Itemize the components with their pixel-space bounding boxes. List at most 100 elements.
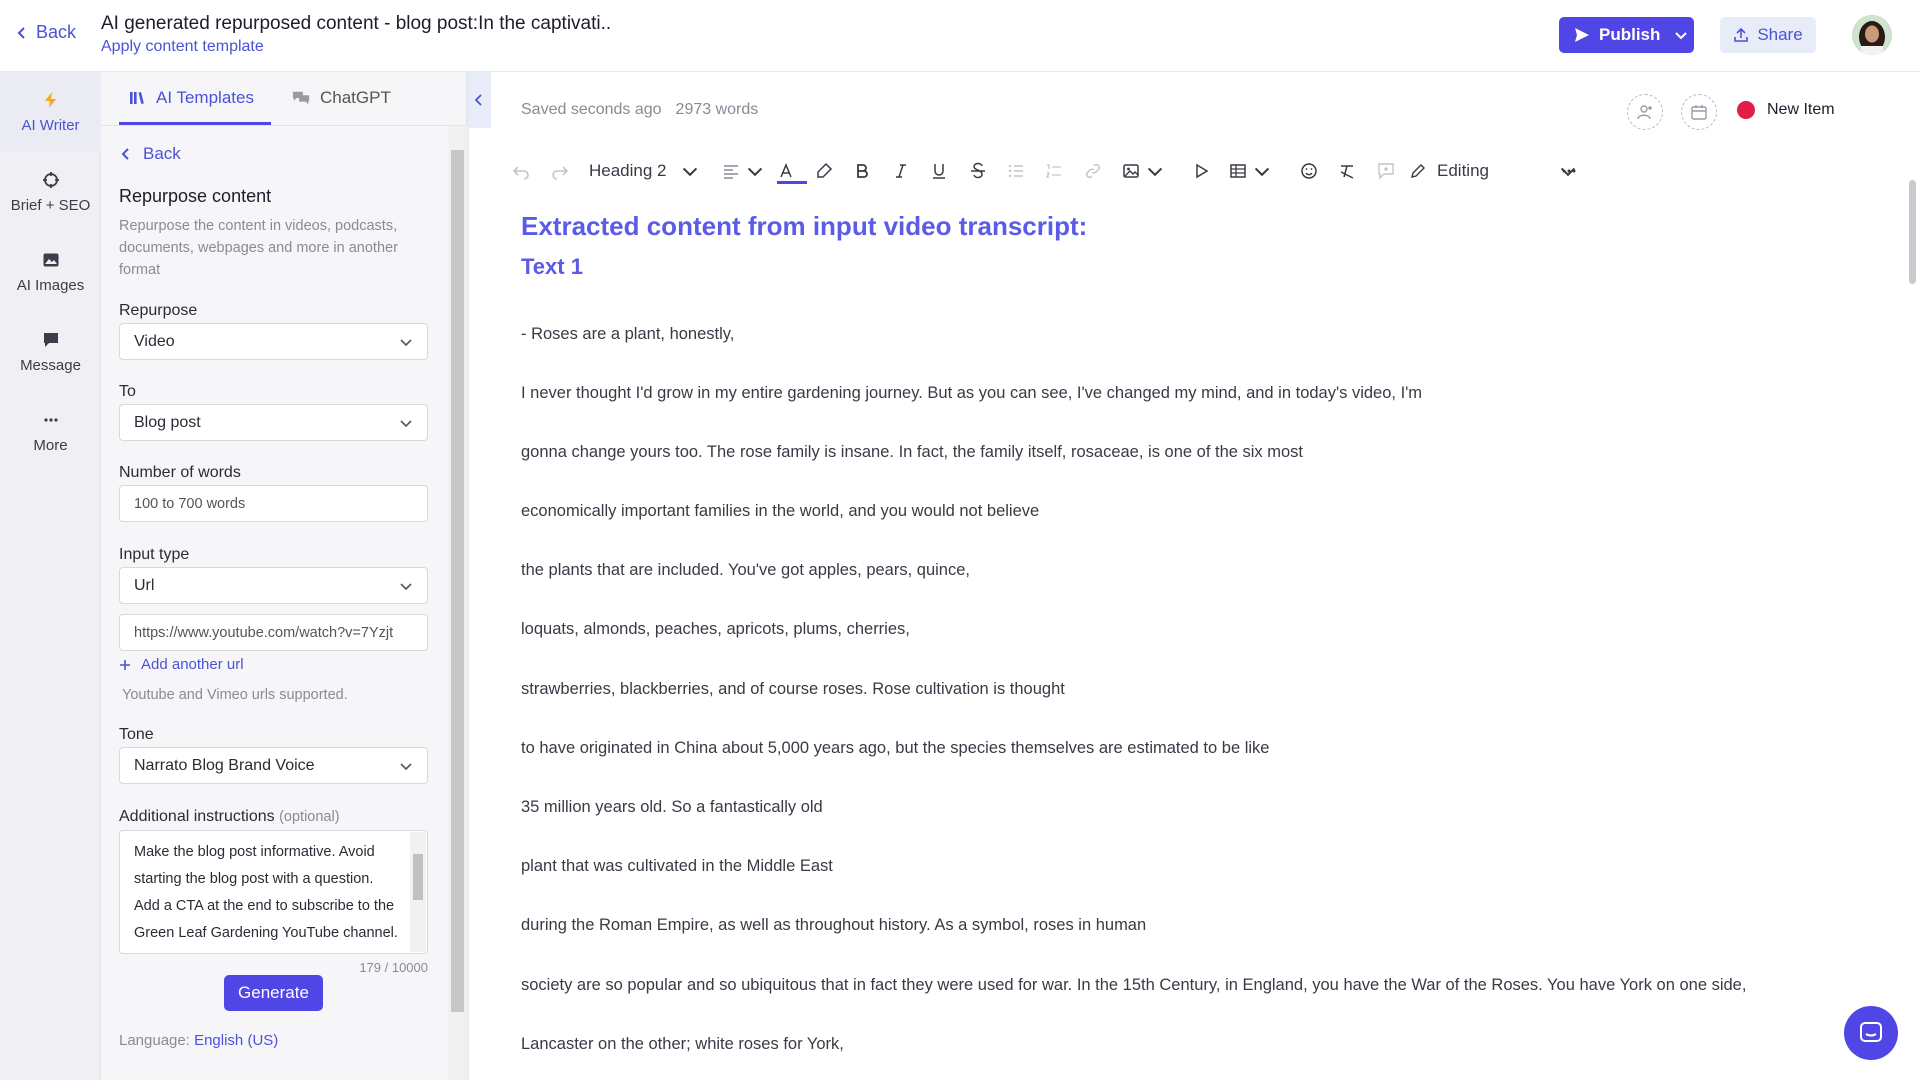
textarea-scroll-thumb[interactable] (413, 854, 423, 900)
publish-button[interactable]: Publish (1559, 17, 1694, 53)
panel-scroll-thumb[interactable] (451, 150, 464, 1012)
text-color-icon (780, 163, 792, 178)
align-button[interactable] (722, 155, 764, 187)
chevron-down-icon (400, 338, 412, 346)
support-chat-button[interactable] (1844, 1006, 1898, 1060)
rail-item-brief-seo[interactable]: Brief + SEO (0, 152, 101, 232)
chat-bubble-icon (43, 332, 58, 347)
chevron-down-icon (400, 762, 412, 770)
heading-select-value: Heading 2 (589, 161, 667, 180)
chevron-down-icon (1147, 167, 1163, 177)
chat-icon (292, 91, 310, 105)
image-icon (1123, 164, 1139, 178)
panel-tabs: AI Templates ChatGPT (101, 72, 467, 126)
instructions-label-text: Additional instructions (119, 808, 275, 825)
additional-instructions-textarea[interactable]: Make the blog post informative. Avoid st… (120, 831, 410, 953)
word-count: 2973 words (675, 101, 759, 118)
font-color-indicator (777, 181, 807, 184)
workflow-status[interactable]: New Item (1737, 101, 1835, 119)
editor-scrollbar[interactable] (1904, 72, 1920, 1080)
textarea-scrollbar[interactable] (410, 832, 426, 952)
apply-template-link[interactable]: Apply content template (101, 38, 264, 56)
strikethrough-button[interactable] (969, 155, 987, 187)
rail-item-message[interactable]: Message (0, 312, 101, 392)
italic-icon (896, 164, 906, 178)
status-label: New Item (1767, 101, 1835, 118)
chat-support-icon (1860, 1022, 1882, 1042)
bolt-icon (44, 91, 56, 108)
paragraph-line: loquats, almonds, peaches, apricots, plu… (521, 620, 910, 638)
strikethrough-icon (971, 162, 985, 179)
repurpose-select[interactable]: Video (119, 323, 428, 360)
table-insert-button[interactable] (1229, 155, 1271, 187)
collapse-panel-button[interactable] (467, 72, 491, 128)
input-type-label: Input type (119, 546, 190, 563)
rail-item-label: More (33, 436, 68, 454)
pencil-icon (1411, 164, 1425, 178)
chevron-left-icon (121, 148, 129, 160)
rail-item-more[interactable]: More (0, 392, 101, 472)
bullet-list-icon (1008, 164, 1023, 178)
content-subheading: Text 1 (521, 254, 583, 279)
to-select[interactable]: Blog post (119, 404, 428, 441)
set-due-date-button[interactable] (1681, 94, 1717, 130)
media-insert-button[interactable] (1192, 155, 1210, 187)
numbered-list-button[interactable] (1045, 155, 1063, 187)
language-prefix: Language: (119, 1032, 190, 1049)
editing-mode-label: Editing (1437, 161, 1489, 180)
play-icon (1196, 163, 1209, 179)
add-another-url-button[interactable]: Add another url (119, 656, 244, 673)
left-rail: AI Writer Brief + SEO AI Images Message … (0, 72, 101, 1080)
editor-scroll-thumb[interactable] (1909, 180, 1916, 284)
active-tab-indicator (119, 122, 271, 125)
number-of-words-input[interactable] (119, 485, 428, 522)
share-label: Share (1757, 25, 1803, 44)
share-button[interactable]: Share (1720, 17, 1816, 53)
input-type-select[interactable]: Url (119, 567, 428, 604)
more-options-button[interactable] (1560, 155, 1578, 187)
table-icon (1230, 164, 1246, 178)
target-icon (42, 171, 59, 188)
tone-value: Narrato Blog Brand Voice (134, 756, 315, 774)
rail-item-label: Brief + SEO (10, 196, 91, 214)
language-link[interactable]: English (US) (194, 1032, 278, 1049)
top-bar: Back AI generated repurposed content - b… (0, 0, 1920, 72)
user-avatar[interactable] (1852, 15, 1892, 55)
generate-button[interactable]: Generate (224, 975, 323, 1011)
clear-formatting-button[interactable] (1338, 155, 1356, 187)
italic-button[interactable] (892, 155, 910, 187)
image-insert-button[interactable] (1122, 155, 1164, 187)
editor-content[interactable]: Extracted content from input video trans… (521, 205, 1881, 287)
heading-select[interactable]: Heading 2 (589, 155, 699, 187)
comment-button[interactable] (1377, 155, 1395, 187)
tone-select[interactable]: Narrato Blog Brand Voice (119, 747, 428, 784)
rail-item-ai-writer[interactable]: AI Writer (0, 72, 101, 152)
template-description: Repurpose the content in videos, podcast… (119, 218, 398, 278)
url-input[interactable] (119, 614, 428, 651)
redo-button[interactable] (551, 155, 569, 187)
back-button[interactable]: Back (14, 22, 76, 43)
tab-chatgpt[interactable]: ChatGPT (292, 88, 391, 108)
undo-button[interactable] (512, 155, 530, 187)
link-button[interactable] (1084, 155, 1102, 187)
chevron-down-icon[interactable] (1674, 28, 1688, 42)
panel-back-button[interactable]: Back (119, 144, 181, 164)
paragraph-line: I never thought I'd grow in my entire ga… (521, 384, 1423, 402)
bullet-list-button[interactable] (1007, 155, 1025, 187)
chevron-down-icon (400, 582, 412, 590)
rail-item-label: AI Images (16, 276, 85, 294)
emoji-button[interactable] (1300, 155, 1318, 187)
tab-ai-templates[interactable]: AI Templates (128, 88, 254, 108)
template-heading: Repurpose content (119, 186, 272, 206)
save-status: Saved seconds ago 2973 words (521, 101, 758, 119)
send-icon (1575, 28, 1589, 42)
underline-button[interactable] (930, 155, 948, 187)
panel-scrollbar[interactable] (448, 126, 467, 1080)
bold-button[interactable] (853, 155, 871, 187)
rail-item-ai-images[interactable]: AI Images (0, 232, 101, 312)
clear-format-icon (1340, 165, 1354, 179)
editing-mode-select[interactable]: Editing (1409, 155, 1577, 187)
highlight-button[interactable] (815, 155, 833, 187)
document-title[interactable]: AI generated repurposed content - blog p… (101, 13, 611, 35)
assign-user-button[interactable] (1627, 94, 1663, 130)
